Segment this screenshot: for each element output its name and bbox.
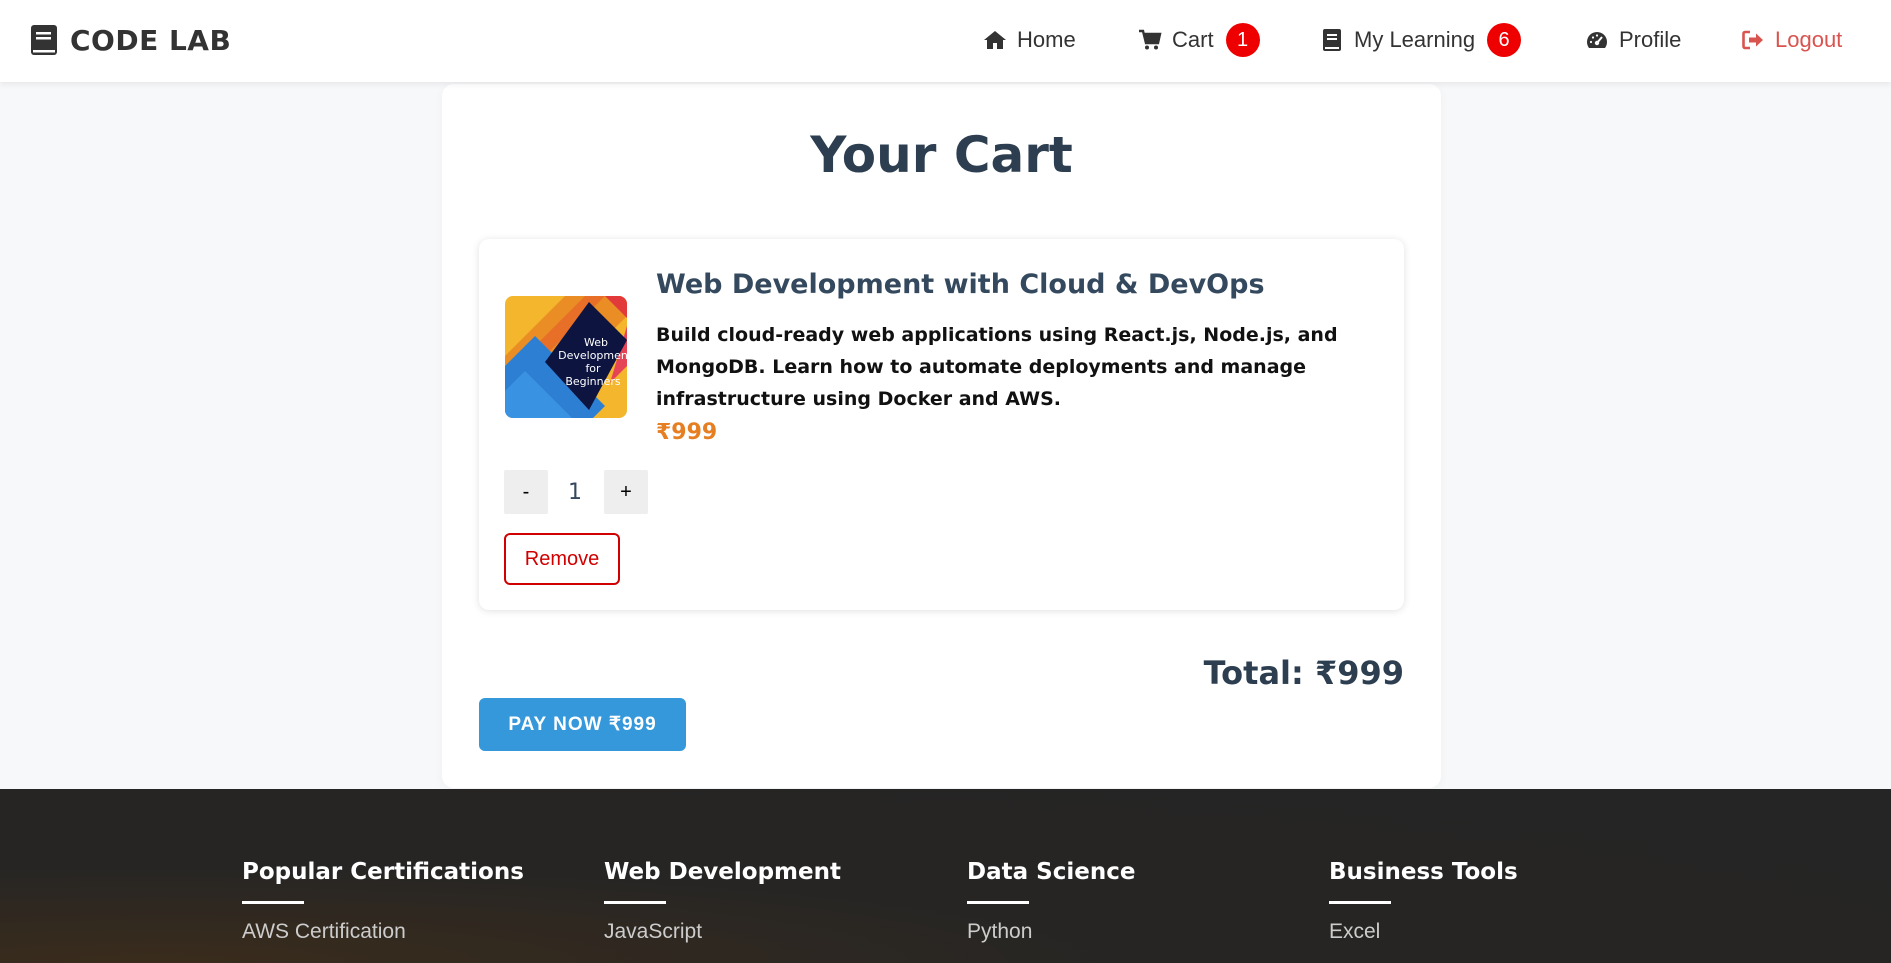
footer-divider [1329, 901, 1391, 904]
remove-button[interactable]: Remove [504, 533, 620, 585]
course-description: Build cloud-ready web applications using… [656, 324, 1338, 410]
cart-total: Total: ₹999 [1203, 654, 1404, 692]
footer-heading: Business Tools [1329, 859, 1518, 885]
cart-panel: Your Cart Web Developmen for Beginners W… [442, 84, 1441, 788]
footer-heading: Web Development [604, 859, 841, 885]
footer-link[interactable]: AWS Certification [242, 920, 524, 944]
course-price: ₹999 [656, 420, 718, 445]
nav-profile[interactable]: Profile [1585, 22, 1681, 58]
footer-divider [242, 901, 304, 904]
nav-my-learning[interactable]: My Learning 6 [1320, 22, 1522, 58]
brand-logo[interactable]: CODE LAB [30, 20, 231, 60]
nav-my-learning-label: My Learning [1354, 27, 1476, 52]
thumb-line-1: Web [584, 336, 608, 349]
book-icon [31, 25, 57, 55]
cart-item: Web Developmen for Beginners Web Develop… [479, 239, 1404, 610]
nav-profile-label: Profile [1619, 27, 1682, 52]
footer-link[interactable]: Python [967, 920, 1135, 944]
increase-quantity-button[interactable]: + [604, 470, 648, 514]
nav-home-label: Home [1017, 27, 1076, 52]
home-icon [984, 31, 1006, 49]
thumb-line-2: Developmen [558, 349, 627, 362]
thumb-line-4: Beginners [565, 375, 621, 388]
course-title: Web Development with Cloud & DevOps [656, 269, 1265, 300]
cart-count-badge: 1 [1225, 23, 1260, 57]
book-icon [1323, 29, 1341, 51]
dashboard-icon [1587, 32, 1607, 48]
learning-count-badge: 6 [1487, 23, 1522, 57]
quantity-value: 1 [568, 479, 582, 505]
brand-name: CODE LAB [70, 23, 232, 57]
footer-link[interactable]: Excel [1329, 920, 1518, 944]
nav-home[interactable]: Home [983, 22, 1076, 58]
page-title: Your Cart [810, 126, 1073, 184]
footer-column-data-science: Data Science Python [967, 859, 1135, 944]
footer: Popular Certifications AWS Certification… [0, 789, 1891, 963]
footer-column-certifications: Popular Certifications AWS Certification [242, 859, 524, 944]
footer-column-business-tools: Business Tools Excel [1329, 859, 1518, 944]
course-thumbnail: Web Developmen for Beginners [505, 296, 627, 418]
sign-out-icon [1742, 30, 1763, 50]
cart-icon [1139, 29, 1162, 50]
footer-link[interactable]: JavaScript [604, 920, 841, 944]
nav-cart-label: Cart [1172, 27, 1214, 52]
nav-cart[interactable]: Cart 1 [1138, 22, 1260, 58]
footer-heading: Popular Certifications [242, 859, 524, 885]
decrease-quantity-button[interactable]: - [504, 470, 548, 514]
footer-divider [967, 901, 1029, 904]
footer-heading: Data Science [967, 859, 1136, 885]
thumb-line-3: for [585, 362, 601, 375]
pay-now-button[interactable]: PAY NOW ₹999 [479, 698, 686, 751]
footer-column-web-development: Web Development JavaScript [604, 859, 841, 944]
nav-logout-label: Logout [1775, 27, 1843, 52]
footer-divider [604, 901, 666, 904]
navbar: CODE LAB Home Cart 1 My Learning 6 Profi… [0, 0, 1891, 82]
nav-logout[interactable]: Logout [1741, 22, 1842, 58]
